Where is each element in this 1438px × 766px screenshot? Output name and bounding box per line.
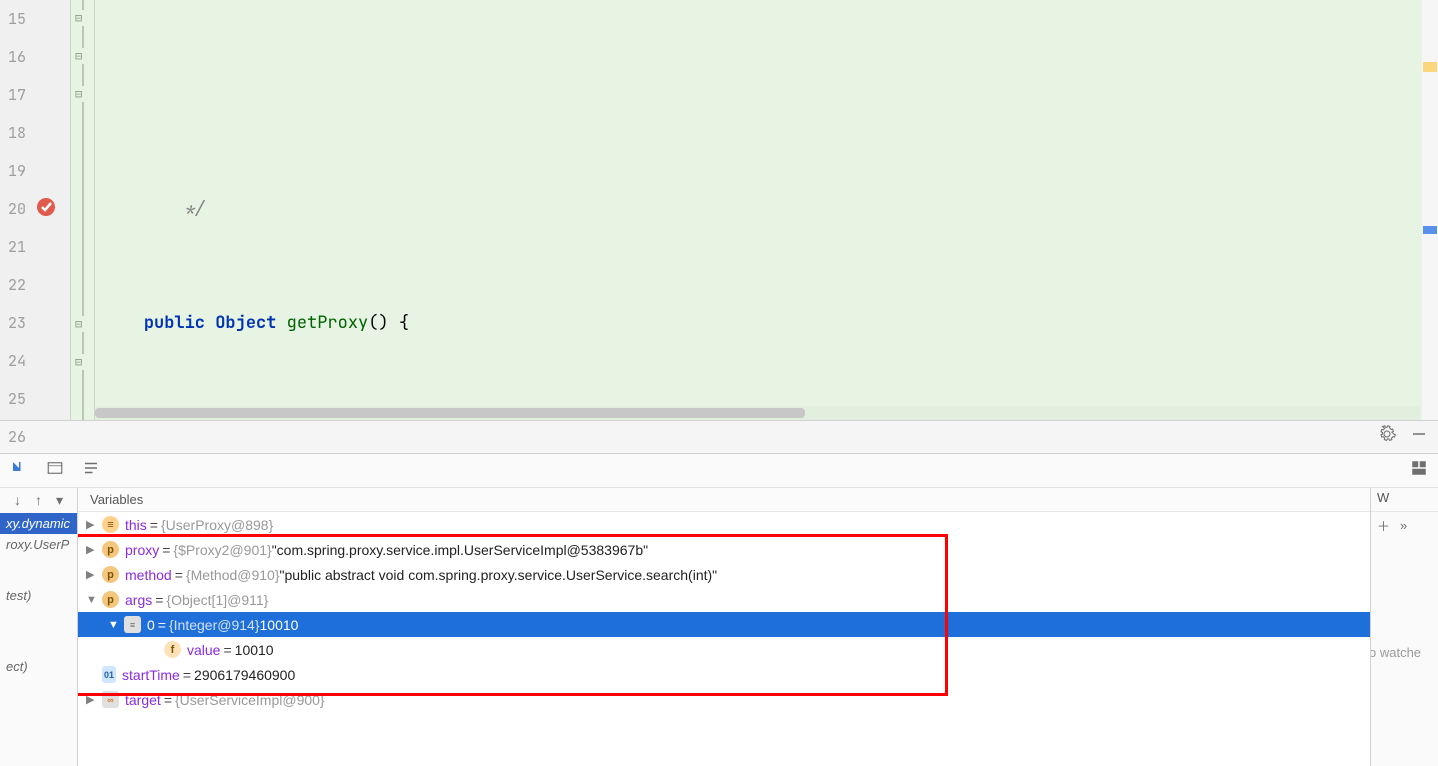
- minimize-icon[interactable]: [1410, 425, 1428, 449]
- debugger-panel: ↓ ↑ ▾ xy.dynamic roxy.UserP test) ect) V…: [0, 488, 1438, 766]
- warning-marker[interactable]: [1423, 62, 1437, 72]
- object-badge-icon: ∞: [102, 691, 119, 708]
- primitive-badge-icon: 01: [102, 666, 116, 683]
- layout-icon[interactable]: [1410, 459, 1428, 483]
- watches-empty-text: o watche: [1370, 645, 1432, 660]
- object-badge-icon: ≡: [124, 616, 141, 633]
- fold-icon[interactable]: ⊟: [75, 10, 91, 26]
- debug-subtoolbar: [0, 454, 1438, 488]
- field-badge-icon: f: [164, 641, 181, 658]
- fold-icon[interactable]: ⊟: [75, 86, 91, 102]
- fold-icon[interactable]: ⊟: [75, 354, 91, 370]
- fold-icon[interactable]: ⊟: [75, 48, 91, 64]
- var-method[interactable]: ▶ p method = {Method@910} "public abstra…: [78, 562, 1370, 587]
- add-watch-icon[interactable]: ＋: [1377, 516, 1390, 535]
- var-proxy[interactable]: ▶ p proxy = {$Proxy2@901} "com.spring.pr…: [78, 537, 1370, 562]
- watches-column[interactable]: W ＋ » o watche: [1370, 488, 1438, 766]
- var-args[interactable]: ▼ p args = {Object[1]@911}: [78, 587, 1370, 612]
- class-badge-icon: ≡: [102, 516, 119, 533]
- editor-right-strip[interactable]: [1422, 0, 1438, 420]
- frames-column[interactable]: ↓ ↑ ▾ xy.dynamic roxy.UserP test) ect): [0, 488, 78, 766]
- editor-hscroll[interactable]: [95, 406, 1420, 420]
- fold-strip[interactable]: ⊟ ⊟ ⊟ ⊟ ⊟: [70, 0, 95, 420]
- param-badge-icon: p: [102, 541, 119, 558]
- gutter-icons[interactable]: [30, 0, 70, 420]
- variables-tree[interactable]: ▶ ≡ this = {UserProxy@898} ▶ p proxy = {…: [78, 512, 1370, 766]
- var-starttime[interactable]: 01 startTime = 2906179460900: [78, 662, 1370, 687]
- code-line-17: public Object getProxy() {: [95, 304, 1438, 342]
- frame-item[interactable]: test): [0, 585, 77, 606]
- frame-down-icon[interactable]: ↓: [14, 492, 21, 509]
- line-number-gutter: 15 16 17 18 19 20 21 22 23 24 25 26: [0, 0, 30, 420]
- var-args-0[interactable]: ▼ ≡ 0 = {Integer@914} 10010: [78, 612, 1370, 637]
- more-icon[interactable]: »: [1400, 518, 1407, 533]
- code-content[interactable]: */ public Object getProxy() { return Pro…: [95, 0, 1438, 420]
- frame-item[interactable]: roxy.UserP: [0, 534, 77, 555]
- step-into-icon[interactable]: [10, 459, 28, 483]
- var-target[interactable]: ▶ ∞ target = {UserServiceImpl@900}: [78, 687, 1370, 712]
- code-editor[interactable]: 15 16 17 18 19 20 21 22 23 24 25 26 ⊟ ⊟ …: [0, 0, 1438, 420]
- param-badge-icon: p: [102, 591, 119, 608]
- breakpoint-hit-icon[interactable]: [34, 195, 58, 219]
- watches-header: W: [1371, 488, 1438, 512]
- settings2-icon[interactable]: [82, 459, 100, 483]
- fold-icon[interactable]: ⊟: [75, 316, 91, 332]
- variables-column: Variables ▶ ≡ this = {UserProxy@898} ▶ p…: [78, 488, 1370, 766]
- frame-filter-icon[interactable]: ▾: [56, 492, 63, 509]
- exec-marker[interactable]: [1423, 226, 1437, 234]
- frame-up-icon[interactable]: ↑: [35, 492, 42, 509]
- frame-item[interactable]: ect): [0, 656, 77, 677]
- code-line-15: [95, 76, 1438, 114]
- debug-toolbar: [0, 420, 1438, 454]
- scrollbar-thumb[interactable]: [95, 408, 805, 418]
- var-args-0-value[interactable]: f value = 10010: [78, 637, 1370, 662]
- var-this[interactable]: ▶ ≡ this = {UserProxy@898}: [78, 512, 1370, 537]
- settings-icon[interactable]: [1378, 425, 1396, 449]
- param-badge-icon: p: [102, 566, 119, 583]
- frame-item-active[interactable]: xy.dynamic: [0, 513, 77, 534]
- variables-header: Variables: [78, 488, 1370, 512]
- code-line-16: */: [95, 190, 1438, 228]
- evaluate-icon[interactable]: [46, 459, 64, 483]
